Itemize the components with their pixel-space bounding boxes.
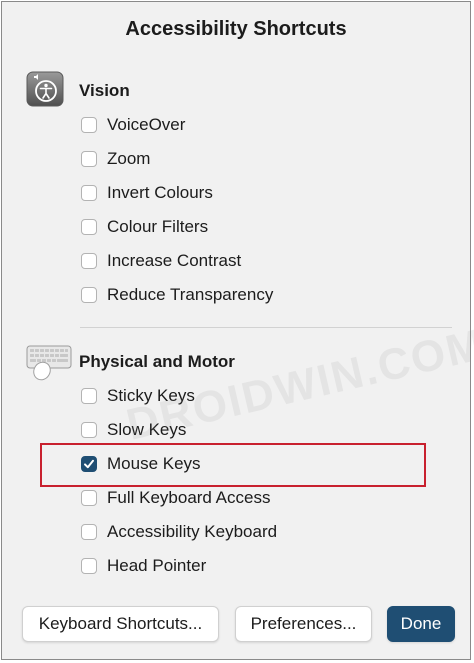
checkmark-icon xyxy=(84,459,94,469)
checkbox-voiceover[interactable] xyxy=(81,117,97,133)
option-invert-colours[interactable]: Invert Colours xyxy=(81,181,213,205)
checkbox-mouse-keys[interactable] xyxy=(81,456,97,472)
checkbox-accessibility-keyboard[interactable] xyxy=(81,524,97,540)
option-label: Reduce Transparency xyxy=(107,285,274,304)
option-increase-contrast[interactable]: Increase Contrast xyxy=(81,249,241,273)
option-voiceover[interactable]: VoiceOver xyxy=(81,113,185,137)
option-label: Slow Keys xyxy=(107,420,187,439)
dialog-title: Accessibility Shortcuts xyxy=(125,18,347,40)
keyboard-mouse-icon xyxy=(25,342,72,381)
option-label: Sticky Keys xyxy=(107,386,195,405)
option-sticky-keys[interactable]: Sticky Keys xyxy=(81,384,195,408)
checkbox-slow-keys[interactable] xyxy=(81,422,97,438)
checkbox-full-keyboard-access[interactable] xyxy=(81,490,97,506)
checkbox-invert-colours[interactable] xyxy=(81,185,97,201)
preferences-button[interactable]: Preferences... xyxy=(235,606,372,642)
option-label: Mouse Keys xyxy=(107,454,201,473)
option-reduce-transparency[interactable]: Reduce Transparency xyxy=(81,283,273,307)
option-zoom[interactable]: Zoom xyxy=(81,147,150,171)
accessibility-shortcuts-dialog: Accessibility Shortcuts Vision VoiceOver… xyxy=(1,1,474,660)
option-label: Increase Contrast xyxy=(107,251,242,270)
checkbox-sticky-keys[interactable] xyxy=(81,388,97,404)
option-accessibility-keyboard[interactable]: Accessibility Keyboard xyxy=(81,520,277,544)
option-label: Invert Colours xyxy=(107,183,213,202)
option-slow-keys[interactable]: Slow Keys xyxy=(81,418,186,442)
option-mouse-keys[interactable]: Mouse Keys xyxy=(81,452,201,476)
option-head-pointer[interactable]: Head Pointer xyxy=(81,554,206,578)
checkbox-reduce-transparency[interactable] xyxy=(81,287,97,303)
option-full-keyboard-access[interactable]: Full Keyboard Access xyxy=(81,486,270,510)
option-label: Full Keyboard Access xyxy=(107,488,271,507)
checkbox-head-pointer[interactable] xyxy=(81,558,97,574)
option-label: Colour Filters xyxy=(107,217,209,236)
section-label-vision: Vision xyxy=(79,81,130,100)
keyboard-shortcuts-button[interactable]: Keyboard Shortcuts... xyxy=(22,606,219,642)
section-label-physical-and-motor: Physical and Motor xyxy=(79,352,235,371)
checkbox-zoom[interactable] xyxy=(81,151,97,167)
option-colour-filters[interactable]: Colour Filters xyxy=(81,215,208,239)
option-label: VoiceOver xyxy=(107,115,186,134)
checkbox-increase-contrast[interactable] xyxy=(81,253,97,269)
section-divider xyxy=(80,327,452,328)
checkbox-colour-filters[interactable] xyxy=(81,219,97,235)
option-label: Head Pointer xyxy=(107,556,207,575)
accessibility-icon xyxy=(25,70,65,108)
done-button[interactable]: Done xyxy=(387,606,455,642)
option-label: Accessibility Keyboard xyxy=(107,522,278,541)
option-label: Zoom xyxy=(107,149,151,168)
